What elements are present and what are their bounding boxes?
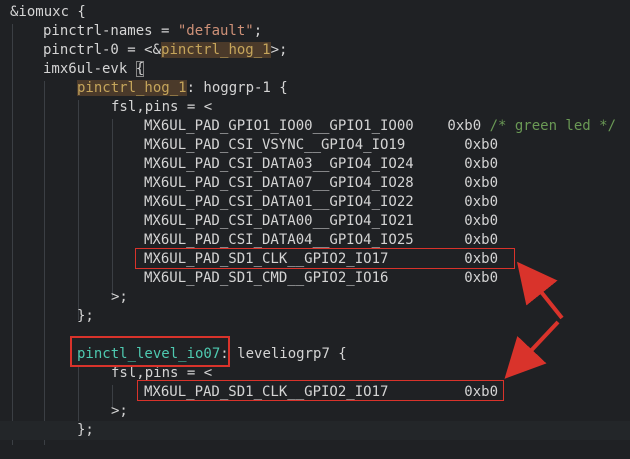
code-token: MX6UL_PAD_CSI_DATA03__GPIO4_IO24 0xb0 bbox=[144, 156, 499, 172]
code-token: : hoggrp-1 { bbox=[186, 80, 288, 96]
code-line[interactable]: MX6UL_PAD_CSI_VSYNC__GPIO4_IO19 0xb0 bbox=[0, 136, 630, 155]
code-token: >; bbox=[111, 289, 128, 305]
code-line[interactable]: MX6UL_PAD_CSI_DATA04__GPIO4_IO25 0xb0 bbox=[0, 231, 630, 250]
code-token: MX6UL_PAD_CSI_VSYNC__GPIO4_IO19 0xb0 bbox=[144, 137, 499, 153]
code-line[interactable]: MX6UL_PAD_CSI_DATA00__GPIO4_IO21 0xb0 bbox=[0, 212, 630, 231]
code-token: }; bbox=[77, 422, 94, 438]
code-token: MX6UL_PAD_CSI_DATA07__GPIO4_IO28 0xb0 bbox=[144, 175, 499, 191]
code-line[interactable]: fsl,pins = < bbox=[0, 98, 630, 117]
code-line[interactable]: MX6UL_PAD_CSI_DATA03__GPIO4_IO24 0xb0 bbox=[0, 155, 630, 174]
code-line[interactable]: fsl,pins = < bbox=[0, 364, 630, 383]
code-line[interactable]: MX6UL_PAD_SD1_CLK__GPIO2_IO17 0xb0 bbox=[0, 250, 630, 269]
code-token: MX6UL_PAD_CSI_DATA04__GPIO4_IO25 0xb0 bbox=[144, 232, 499, 248]
code-token: &iomuxc { bbox=[10, 4, 86, 20]
code-line[interactable]: MX6UL_PAD_SD1_CLK__GPIO2_IO17 0xb0 bbox=[0, 383, 630, 402]
code-token: }; bbox=[77, 308, 94, 324]
code-line[interactable]: }; bbox=[0, 421, 630, 440]
code-token: MX6UL_PAD_SD1_CMD__GPIO2_IO16 0xb0 bbox=[144, 270, 499, 286]
code-token: >; bbox=[111, 403, 128, 419]
code-token: pinctrl_hog_1 bbox=[161, 42, 271, 58]
code-token: { bbox=[135, 61, 145, 77]
code-line[interactable]: MX6UL_PAD_CSI_DATA07__GPIO4_IO28 0xb0 bbox=[0, 174, 630, 193]
code-line[interactable]: MX6UL_PAD_GPIO1_IO00__GPIO1_IO00 0xb0 /*… bbox=[0, 117, 630, 136]
code-line[interactable]: pinctrl_hog_1: hoggrp-1 { bbox=[0, 79, 630, 98]
code-line[interactable]: pinctl_level_io07: leveliogrp7 { bbox=[0, 345, 630, 364]
code-token: MX6UL_PAD_CSI_DATA00__GPIO4_IO21 0xb0 bbox=[144, 213, 499, 229]
code-token: pinctrl_hog_1 bbox=[77, 80, 187, 96]
code-token: ; bbox=[253, 23, 263, 39]
code-token: fsl,pins = < bbox=[111, 365, 213, 381]
code-line[interactable]: &iomuxc { bbox=[0, 3, 630, 22]
code-line[interactable]: >; bbox=[0, 288, 630, 307]
code-line[interactable]: pinctrl-0 = <&pinctrl_hog_1>; bbox=[0, 41, 630, 60]
code-token: /* green led */ bbox=[489, 118, 617, 134]
code-token: MX6UL_PAD_SD1_CLK__GPIO2_IO17 0xb0 bbox=[144, 251, 499, 267]
code-token: imx6ul-evk bbox=[43, 61, 136, 77]
code-token: fsl,pins = < bbox=[111, 99, 213, 115]
code-token: MX6UL_PAD_GPIO1_IO00__GPIO1_IO00 0xb0 bbox=[144, 118, 490, 134]
code-token: MX6UL_PAD_SD1_CLK__GPIO2_IO17 0xb0 bbox=[144, 384, 499, 400]
code-editor[interactable]: &iomuxc {pinctrl-names = "default"; pinct… bbox=[0, 0, 630, 459]
code-line[interactable]: >; bbox=[0, 402, 630, 421]
code-token: pinctrl-names = bbox=[43, 23, 178, 39]
code-token: pinctl_level_io07 bbox=[77, 346, 221, 362]
code-token: "default" bbox=[177, 23, 254, 39]
code-line[interactable]: MX6UL_PAD_CSI_DATA01__GPIO4_IO22 0xb0 bbox=[0, 193, 630, 212]
code-line[interactable] bbox=[0, 326, 630, 345]
code-token: pinctrl-0 = <& bbox=[43, 42, 162, 58]
code-token: : leveliogrp7 { bbox=[220, 346, 347, 362]
code-token: >; bbox=[270, 42, 288, 58]
code-line[interactable]: MX6UL_PAD_SD1_CMD__GPIO2_IO16 0xb0 bbox=[0, 269, 630, 288]
code-token: MX6UL_PAD_CSI_DATA01__GPIO4_IO22 0xb0 bbox=[144, 194, 499, 210]
code-line[interactable]: }; bbox=[0, 307, 630, 326]
code-line[interactable]: pinctrl-names = "default"; bbox=[0, 22, 630, 41]
code-line[interactable]: imx6ul-evk { bbox=[0, 60, 630, 79]
